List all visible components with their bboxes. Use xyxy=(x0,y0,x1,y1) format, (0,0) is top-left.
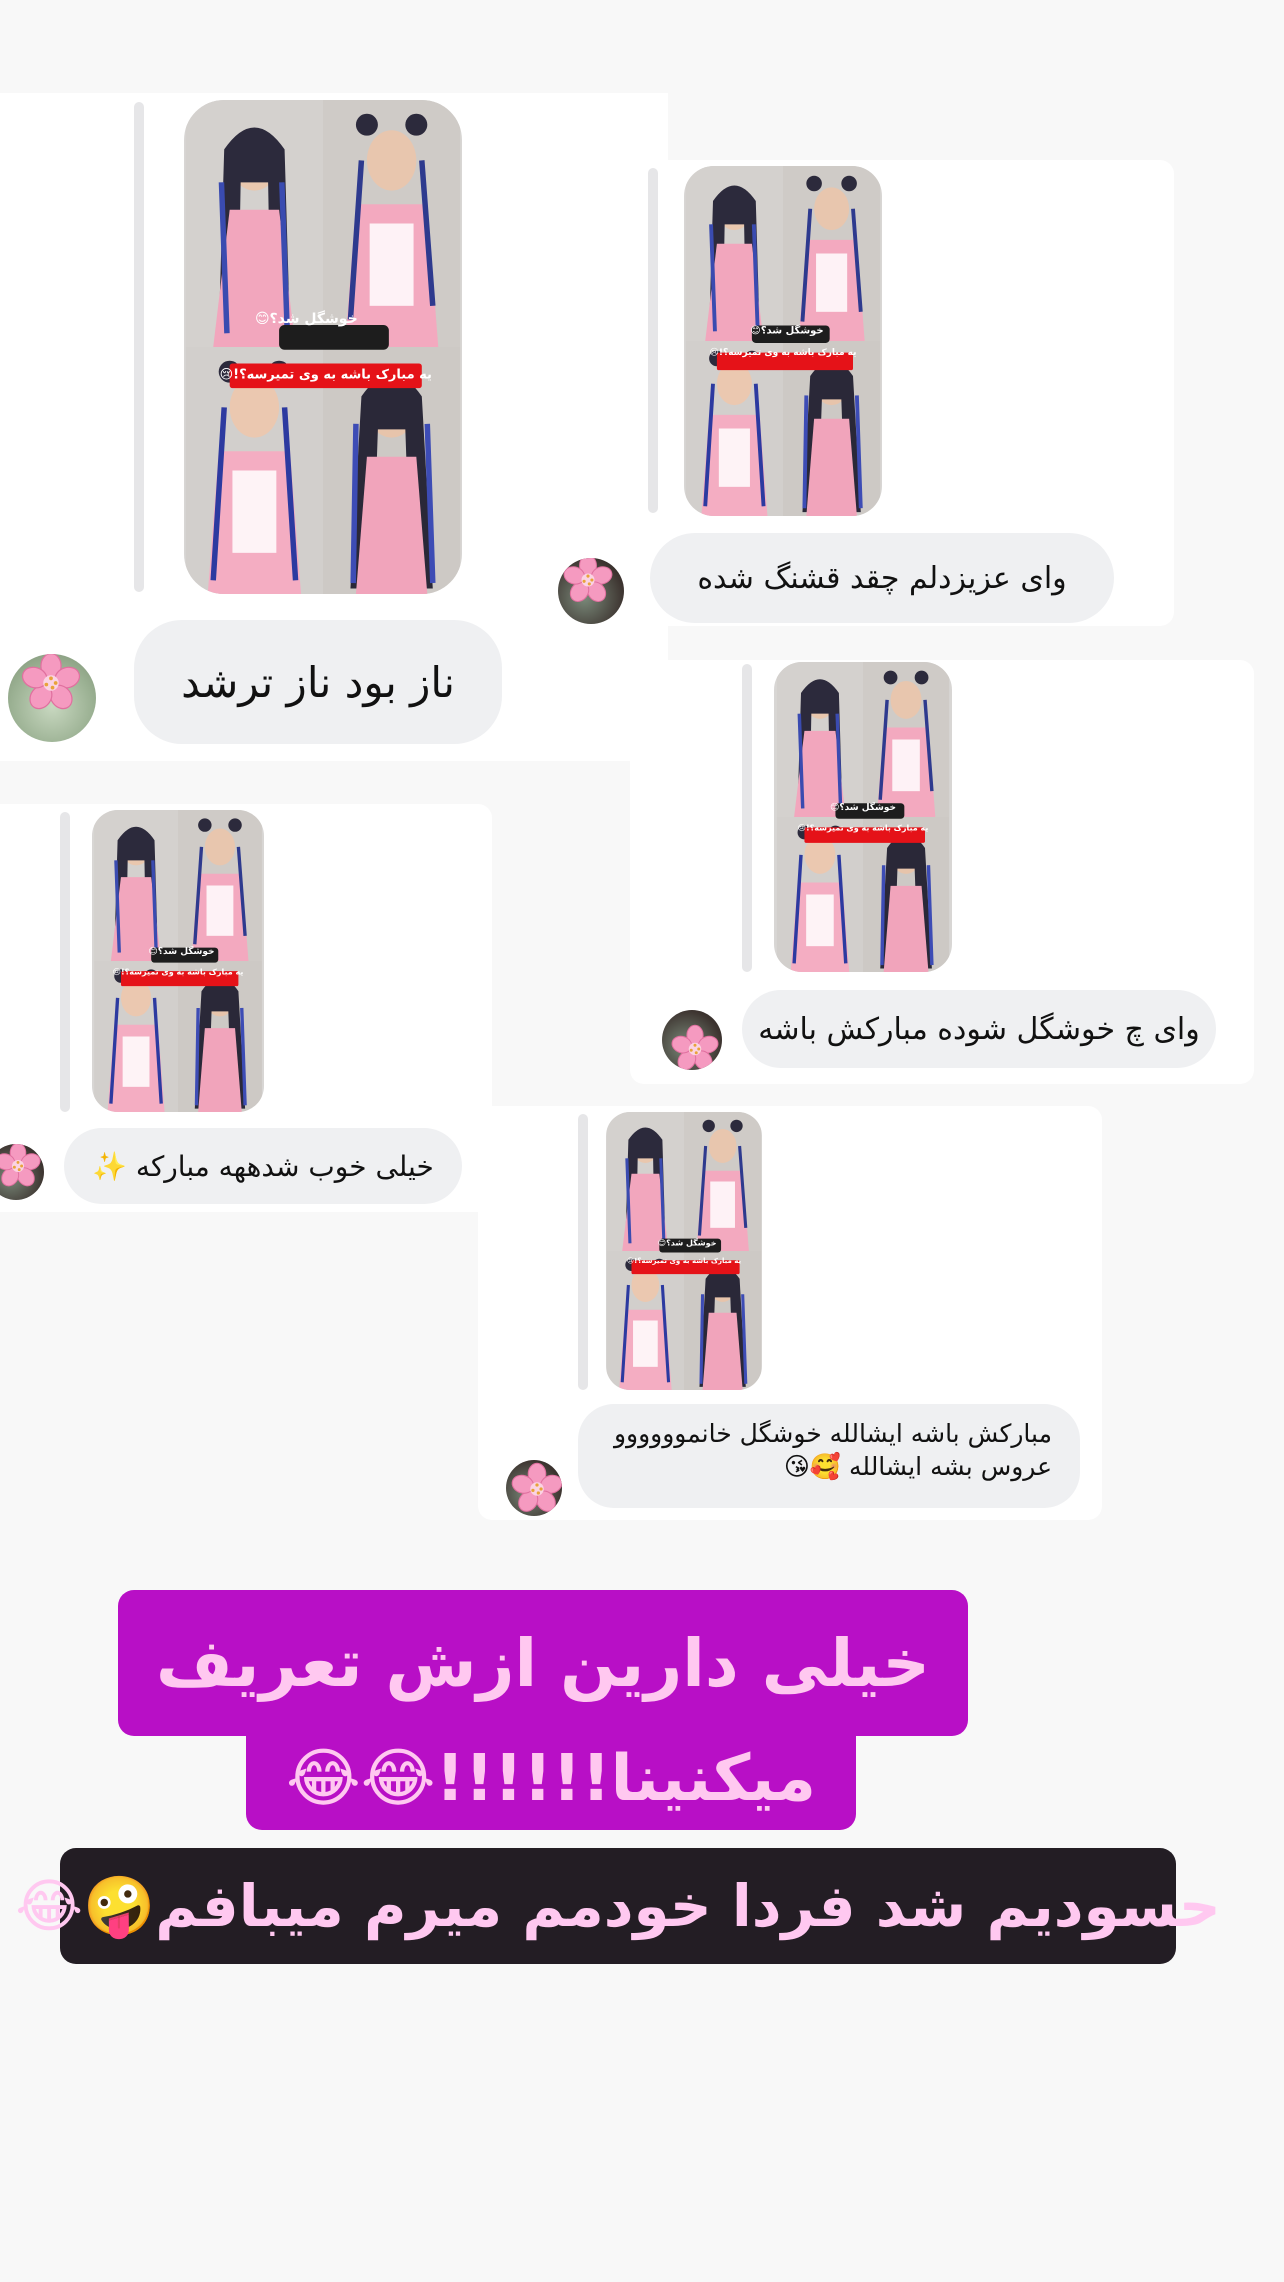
comment-text: وای عزیزدلم چقد قشنگ شده xyxy=(697,560,1067,596)
comment-text: ناز بود ناز ترشد xyxy=(181,657,455,707)
comment-text: وای چ خوشگل شوده مبارکش باشه xyxy=(758,1011,1200,1047)
story-text-sticker-line-2[interactable]: میکنینا!!!!!!😂😂 xyxy=(246,1728,856,1830)
avatar[interactable] xyxy=(558,558,624,624)
avatar[interactable] xyxy=(8,654,96,742)
photo-caption: یه مبارک باشه به وی تمیرسه؟!😢 xyxy=(797,823,929,833)
quote-bar xyxy=(742,664,752,972)
cherry-blossom-icon xyxy=(562,558,614,606)
cherry-blossom-icon xyxy=(670,1024,720,1070)
photo-collage-thumbnail[interactable]: خوشگل شد؟😊 یه مبارک باشه به وی تمیرسه؟!😢 xyxy=(684,166,882,516)
story-text-sticker-line-1[interactable]: خیلی دارین ازش تعریف xyxy=(118,1590,968,1736)
story-text-sticker-2[interactable]: حسودیم شد فردا خودمم میرم میبافم🤪😂 xyxy=(15,1848,1221,1964)
photo-label: خوشگل شد؟😊 xyxy=(148,946,215,957)
photo-collage-thumbnail[interactable]: خوشگل شد؟😊 یه مبارک باشه به وی تمیرسه؟!😢 xyxy=(774,662,952,972)
avatar[interactable] xyxy=(662,1010,722,1070)
quote-bar xyxy=(578,1114,588,1390)
quote-bar xyxy=(60,812,70,1112)
photo-collage-thumbnail[interactable]: خوشگل شد؟😊 یه مبارک باشه به وی تمیرسه؟!😢 xyxy=(606,1112,762,1390)
comment-bubble: خیلی خوب شدههه مبارکه ✨ xyxy=(64,1128,462,1204)
photo-caption: یه مبارک باشه به وی تمیرسه؟!😢 xyxy=(112,967,244,977)
quote-bar xyxy=(648,168,658,513)
quote-bar xyxy=(134,102,144,592)
cherry-blossom-icon xyxy=(0,1144,42,1190)
photo-caption: یه مبارک باشه به وی تمیرسه؟!😢 xyxy=(219,367,432,383)
photo-caption: یه مبارک باشه به وی تمیرسه؟!😢 xyxy=(709,348,857,359)
photo-collage-thumbnail[interactable]: خوشگل شد؟😊 یه مبارک باشه به وی تمیرسه؟!😢 xyxy=(184,100,462,594)
comment-text: خیلی خوب شدههه مبارکه ✨ xyxy=(92,1149,434,1183)
comment-bubble: ناز بود ناز ترشد xyxy=(134,620,502,744)
photo-label: خوشگل شد؟😊 xyxy=(750,325,824,336)
comment-text-line-1: مبارکش باشه ایشالله خوشگل خانموووووو xyxy=(613,1419,1052,1448)
photo-caption: یه مبارک باشه به وی تمیرسه؟!😢 xyxy=(626,1256,742,1265)
photo-label: خوشگل شد؟😊 xyxy=(254,311,358,328)
photo-label: خوشگل شد؟😊 xyxy=(657,1238,717,1248)
photo-label: خوشگل شد؟😊 xyxy=(829,802,897,813)
sticker-text-line-1: خیلی دارین ازش تعریف xyxy=(156,1624,930,1702)
photo-collage-thumbnail[interactable]: خوشگل شد؟😊 یه مبارک باشه به وی تمیرسه؟!😢 xyxy=(92,810,264,1112)
cherry-blossom-icon xyxy=(20,654,82,714)
comment-bubble: وای عزیزدلم چقد قشنگ شده xyxy=(650,533,1114,623)
comment-bubble: وای چ خوشگل شوده مبارکش باشه xyxy=(742,990,1216,1068)
avatar[interactable] xyxy=(506,1460,562,1516)
comment-text-line-2: عروس بشه ایشالله 🥰😘 xyxy=(783,1451,1052,1481)
sticker-2-text: حسودیم شد فردا خودمم میرم میبافم🤪😂 xyxy=(15,1871,1221,1940)
comment-bubble: مبارکش باشه ایشالله خوشگل خانموووووو عرو… xyxy=(578,1404,1080,1508)
sticker-text-line-2: میکنینا!!!!!!😂😂 xyxy=(285,1742,817,1816)
cherry-blossom-icon xyxy=(510,1462,562,1516)
